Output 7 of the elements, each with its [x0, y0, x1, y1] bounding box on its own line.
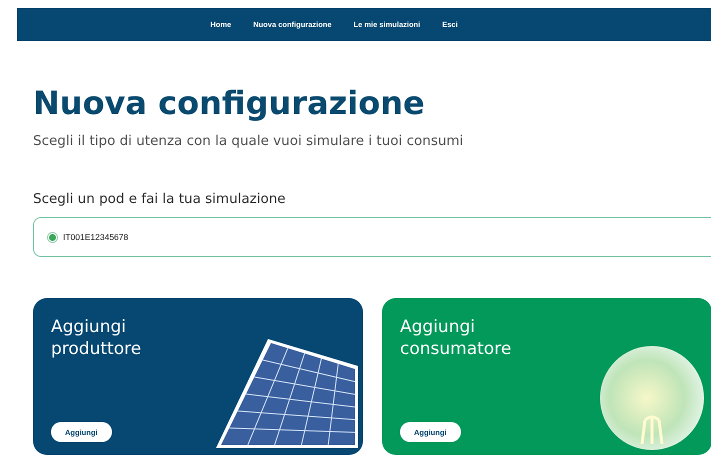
- page-title: Nuova configurazione: [33, 83, 425, 123]
- radio-button[interactable]: [47, 232, 58, 242]
- card-title: Aggiungi consumatore: [400, 316, 512, 360]
- page-subtitle: Scegli il tipo di utenza con la quale vuoi simulare i tuoi consumi: [33, 133, 464, 149]
- pod-label: Scegli un pod e fai la tua simulazione: [33, 191, 286, 207]
- card-title: Aggiungi produttore: [51, 316, 142, 360]
- pod-option-label: IT001E12345678: [63, 232, 128, 242]
